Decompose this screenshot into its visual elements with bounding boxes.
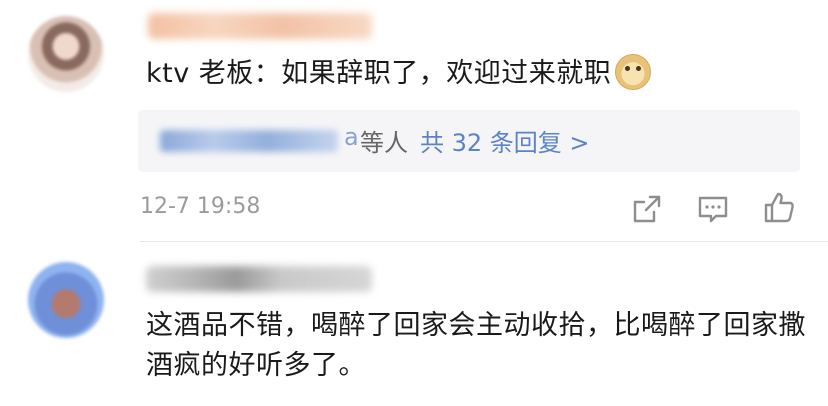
username-blurred[interactable] [148,13,372,39]
replies-persons-label: 等人 [360,129,408,157]
replies-preview[interactable]: a 等人 共 32 条回复 > [138,110,800,172]
divider [140,241,828,242]
comment-icon[interactable] [696,192,730,226]
doge-emoji-icon [615,53,652,90]
comment-text: ktv 老板：如果辞职了，欢迎过来就职 [146,53,652,94]
comment-body: ktv 老板：如果辞职了，欢迎过来就职 [146,58,612,89]
comment-timestamp: 12-7 19:58 [140,194,261,219]
username-blurred[interactable] [146,266,372,292]
replier-name-suffix: a [344,123,359,151]
comment-body: 这酒品不错，喝醉了回家会主动收拾，比喝醉了回家撒酒疯的好听多了。 [146,310,806,381]
view-replies-link[interactable]: 共 32 条回复 > [420,123,590,158]
avatar[interactable] [28,262,104,338]
avatar[interactable] [28,16,104,92]
share-icon[interactable] [630,192,664,226]
like-icon[interactable] [762,190,796,224]
replier-names-blurred [160,130,338,152]
